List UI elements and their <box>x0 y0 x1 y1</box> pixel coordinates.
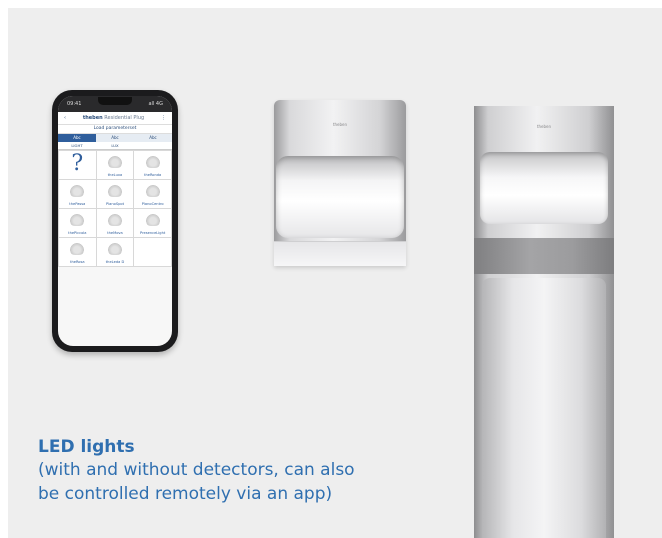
device-label: PresenceLight <box>140 231 166 235</box>
caption-line-1: (with and without detectors, can also <box>38 460 355 480</box>
detector-icon <box>69 213 86 226</box>
app-name: Residential Plug <box>104 115 145 121</box>
device-label: theLeda D <box>105 260 125 264</box>
detector-icon <box>106 242 123 255</box>
menu-icon[interactable]: ⋮ <box>161 115 166 121</box>
status-signal: all 4G <box>148 101 163 107</box>
device-tile[interactable]: ? <box>59 151 96 179</box>
status-bar: 09:41 all 4G <box>58 96 172 112</box>
wall-light-lens <box>276 156 404 238</box>
app-tabs: Abc Abc Abc <box>58 134 172 142</box>
device-tile[interactable]: theMova <box>96 209 134 237</box>
smartphone: 09:41 all 4G ‹ theben Residential Plug ⋮… <box>52 90 178 352</box>
device-tile[interactable]: PlanoCentro <box>134 180 171 208</box>
question-mark-icon: ? <box>71 151 84 176</box>
device-label: theLuxa <box>107 173 123 177</box>
wall-light-logo: theben <box>332 122 348 127</box>
device-tile[interactable]: thePiccola <box>59 209 96 237</box>
app-tab[interactable]: Abc <box>58 134 96 142</box>
device-tile[interactable]: PresenceLight <box>134 209 171 237</box>
app-brand: theben <box>82 115 103 121</box>
bollard-led-light: theben <box>474 106 614 538</box>
detector-icon <box>106 213 123 226</box>
app-subtab[interactable]: LUX <box>96 142 134 149</box>
phone-notch <box>97 97 132 105</box>
back-icon[interactable]: ‹ <box>64 115 66 121</box>
device-label: thePiccola <box>68 231 87 235</box>
wall-light-base <box>274 241 406 266</box>
device-label: PlanoSpot <box>105 202 124 206</box>
device-tile[interactable]: thePassa <box>59 180 96 208</box>
device-label: thePassa <box>69 202 86 206</box>
device-tile[interactable]: theRosa <box>59 238 96 266</box>
device-tile[interactable]: theRonda <box>134 151 171 179</box>
bollard-light-lens <box>480 152 608 224</box>
bollard-light-logo: theben <box>536 124 552 129</box>
caption: LED lights (with and without detectors, … <box>38 436 438 506</box>
bollard-pole <box>482 278 606 538</box>
device-label: theRosa <box>70 260 85 264</box>
app-header: ‹ theben Residential Plug ⋮ <box>58 112 172 124</box>
app-subtab-empty[interactable] <box>134 142 172 149</box>
detector-icon <box>106 155 123 168</box>
device-tile[interactable]: theLuxa <box>96 151 134 179</box>
app-tab[interactable]: Abc <box>96 134 134 142</box>
app-tab[interactable]: Abc <box>134 134 172 142</box>
device-label: theRonda <box>144 173 162 177</box>
caption-title: LED lights <box>38 437 135 457</box>
detector-icon <box>144 213 161 226</box>
bollard-detector-band <box>474 238 614 274</box>
app-subtab[interactable]: LIGHT <box>58 142 96 149</box>
device-label: PlanoCentro <box>141 202 164 206</box>
detector-icon <box>106 184 123 197</box>
detector-icon <box>144 184 161 197</box>
device-tile[interactable]: theLeda D <box>96 238 134 266</box>
caption-line-2: be controlled remotely via an app) <box>38 484 333 504</box>
device-grid: ? theLuxa theRonda thePassa PlanoSpot Pl… <box>58 150 172 267</box>
detector-icon <box>69 242 86 255</box>
app-subtabs: LIGHT LUX <box>58 142 172 150</box>
detector-icon <box>69 184 86 197</box>
background-panel: 09:41 all 4G ‹ theben Residential Plug ⋮… <box>8 8 662 538</box>
status-time: 09:41 <box>67 101 82 107</box>
device-tile-empty <box>134 238 171 266</box>
detector-icon <box>144 155 161 168</box>
load-parameterset-button[interactable]: Load parameterset <box>58 124 172 134</box>
wall-led-light: theben <box>274 100 406 266</box>
phone-screen: 09:41 all 4G ‹ theben Residential Plug ⋮… <box>58 96 172 346</box>
device-tile[interactable]: PlanoSpot <box>96 180 134 208</box>
device-label: theMova <box>107 231 123 235</box>
